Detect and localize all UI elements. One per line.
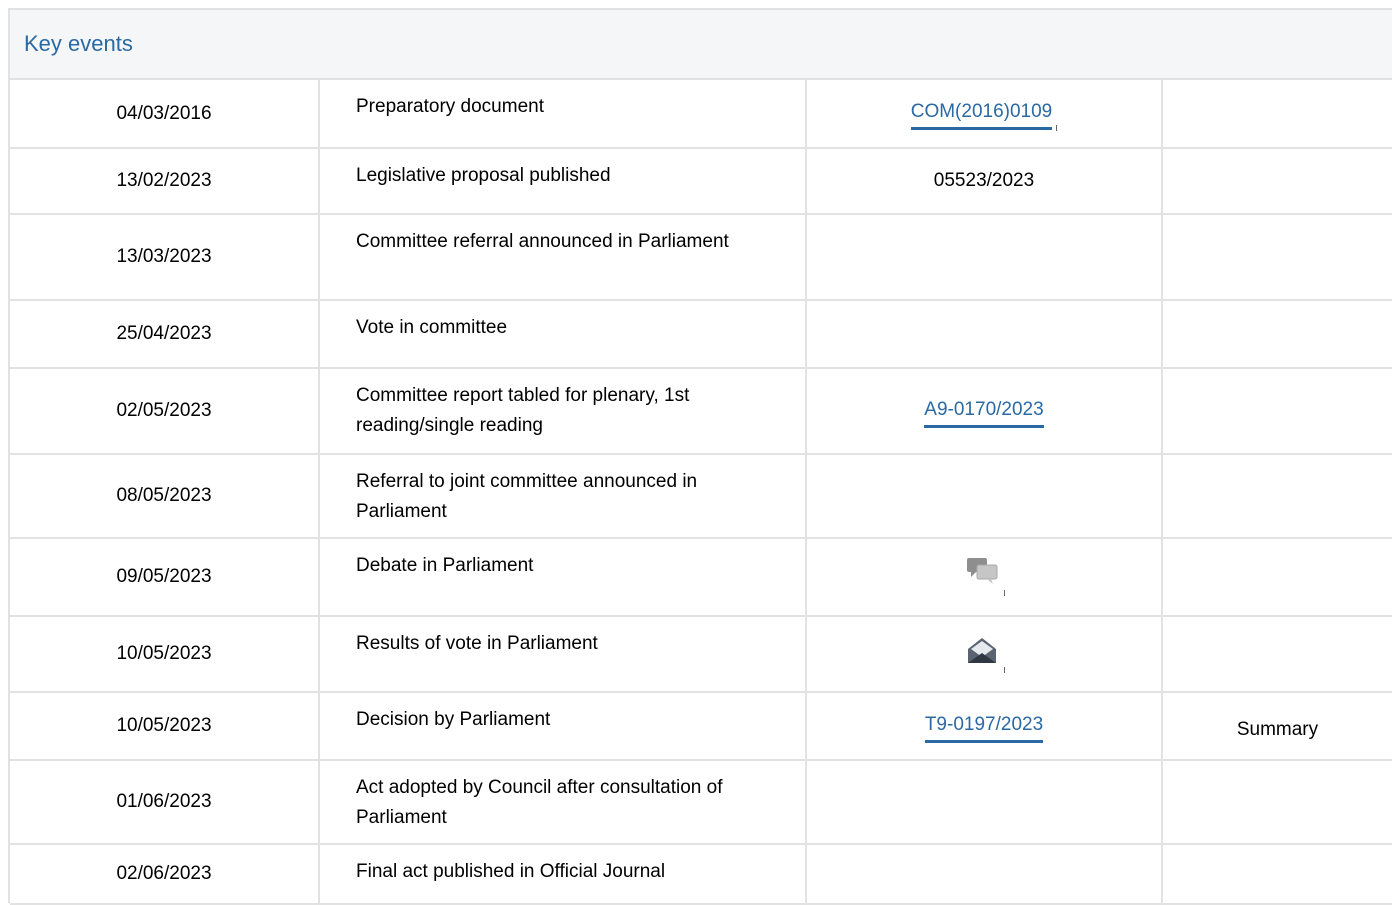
event-date: 01/06/2023 [10,760,320,845]
document-cell [806,538,1163,617]
event-description: Results of vote in Parliament [319,616,807,693]
document-cell [806,214,1163,301]
document-cell [806,760,1163,845]
event-description: Preparatory document [319,80,807,149]
vote-results-icon[interactable] [964,631,1000,677]
summary-cell [1162,454,1392,539]
event-description: Legislative proposal published [319,148,807,215]
event-description: Referral to joint committee announced in… [319,454,807,539]
document-cell [806,300,1163,369]
key-events-table: 04/03/2016 Preparatory document COM(2016… [10,80,1392,905]
document-link[interactable]: A9-0170/2023 [924,397,1044,428]
debate-icon[interactable] [964,554,1000,600]
event-date: 13/03/2023 [10,214,320,301]
summary-cell [1162,538,1392,617]
event-date: 13/02/2023 [10,148,320,215]
document-cell [806,844,1163,905]
link-marker [1056,124,1058,131]
link-marker [1003,590,1005,597]
document-cell: COM(2016)0109 [806,80,1163,149]
table-row: 09/05/2023 Debate in Parliament [10,538,1392,617]
panel-title: Key events [24,31,133,56]
event-date: 10/05/2023 [10,616,320,693]
summary-cell [1162,760,1392,845]
event-description: Final act published in Official Journal [319,844,807,905]
document-link[interactable]: COM(2016)0109 [910,99,1053,130]
event-date: 04/03/2016 [10,80,320,149]
key-events-panel: Key events 04/03/2016 Preparatory docume… [8,8,1392,905]
table-row: 25/04/2023 Vote in committee [10,300,1392,369]
event-date: 08/05/2023 [10,454,320,539]
table-row: 13/02/2023 Legislative proposal publishe… [10,148,1392,215]
summary-cell [1162,148,1392,215]
summary-cell [1162,300,1392,369]
summary-cell [1162,368,1392,455]
summary-cell [1162,616,1392,693]
document-cell [806,616,1163,693]
table-row: 02/05/2023 Committee report tabled for p… [10,368,1392,455]
document-reference: 05523/2023 [806,148,1163,215]
table-row: 01/06/2023 Act adopted by Council after … [10,760,1392,845]
summary-cell [1162,80,1392,149]
table-row: 08/05/2023 Referral to joint committee a… [10,454,1392,539]
event-date: 02/06/2023 [10,844,320,905]
event-description: Committee report tabled for plenary, 1st… [319,368,807,455]
document-cell [806,454,1163,539]
event-description: Decision by Parliament [319,692,807,761]
event-date: 09/05/2023 [10,538,320,617]
event-description: Debate in Parliament [319,538,807,617]
document-cell: T9-0197/2023 [806,692,1163,761]
summary-label[interactable]: Summary [1162,692,1392,761]
table-row: 02/06/2023 Final act published in Offici… [10,844,1392,905]
table-row: 04/03/2016 Preparatory document COM(2016… [10,80,1392,149]
link-marker [1003,667,1005,674]
event-date: 25/04/2023 [10,300,320,369]
document-link[interactable]: T9-0197/2023 [924,712,1044,743]
panel-header: Key events [10,10,1392,80]
table-row: 13/03/2023 Committee referral announced … [10,214,1392,301]
event-date: 10/05/2023 [10,692,320,761]
document-cell: A9-0170/2023 [806,368,1163,455]
table-row: 10/05/2023 Results of vote in Parliament [10,616,1392,693]
event-date: 02/05/2023 [10,368,320,455]
table-row: 10/05/2023 Decision by Parliament T9-019… [10,692,1392,761]
event-description: Act adopted by Council after consultatio… [319,760,807,845]
summary-cell [1162,844,1392,905]
event-description: Vote in committee [319,300,807,369]
event-description: Committee referral announced in Parliame… [319,214,807,301]
summary-cell [1162,214,1392,301]
